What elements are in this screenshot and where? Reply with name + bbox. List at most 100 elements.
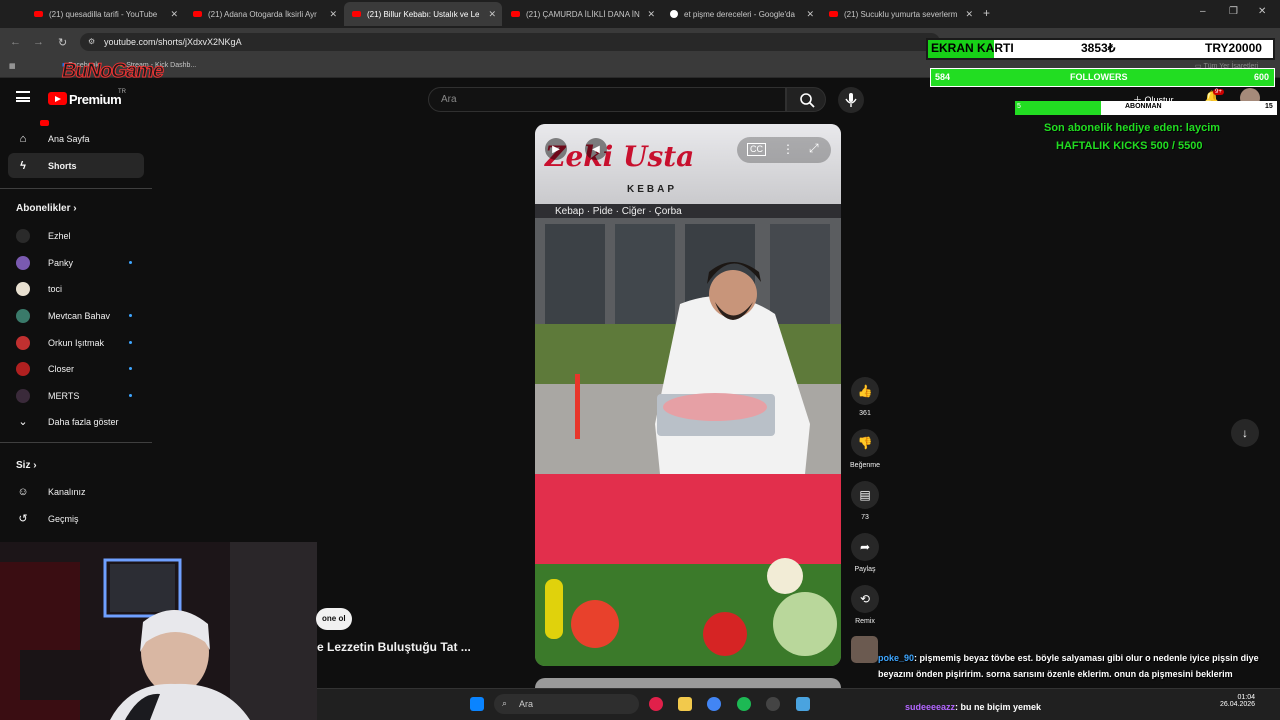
dislike-button[interactable]: 👎 [851, 429, 879, 457]
avatar [16, 388, 30, 403]
spotify-icon[interactable] [737, 697, 751, 711]
comment-icon: ▤ [859, 488, 871, 502]
sidebar-item-channel[interactable]: ☺ Kanalınız [8, 479, 144, 504]
close-tab-icon[interactable]: ✕ [488, 9, 496, 20]
like-button[interactable]: 👍 [851, 377, 879, 405]
apps-icon[interactable]: ▦ [9, 62, 16, 70]
sidebar-item-subscription[interactable]: MERTS [8, 383, 144, 408]
voice-search-button[interactable] [838, 87, 864, 113]
chat-username: sudeeeeazz [905, 702, 956, 712]
youtube-icon [829, 11, 838, 17]
sidebar-item-shorts[interactable]: ϟ Shorts [8, 153, 144, 178]
tab-title: (21) ÇAMURDA İLİKLİ DANA İN [526, 9, 640, 19]
more-options-icon[interactable]: ⋮ [782, 142, 794, 156]
sidebar-item-label: Panky [48, 257, 74, 268]
webcam-feed [0, 542, 317, 720]
chevron-right-icon: › [73, 203, 77, 214]
close-tab-icon[interactable]: ✕ [965, 9, 973, 20]
search-icon [800, 93, 815, 108]
history-icon: ↺ [18, 513, 28, 525]
avatar [16, 308, 30, 323]
subscriber-bar-fill [1015, 101, 1101, 115]
browser-tab[interactable]: (21) quesadilla tarifi - YouTube ✕ [26, 4, 184, 24]
volume-icon[interactable]: ◀ [585, 138, 607, 160]
channel-avatar[interactable] [851, 636, 878, 663]
browser-tab[interactable]: (21) Sucuklu yumurta severlerm ✕ [821, 4, 979, 24]
play-icon[interactable]: ▶ [545, 138, 567, 160]
back-icon[interactable]: ← [10, 36, 21, 48]
clock-time: 01:04 [1237, 694, 1256, 701]
sidebar-item-subscription[interactable]: toci [8, 276, 144, 301]
reload-icon[interactable]: ↻ [58, 36, 67, 49]
system-clock[interactable]: 01:04 26.04.2026 [1220, 694, 1255, 708]
obs-icon[interactable] [766, 697, 780, 711]
minimize-button[interactable]: – [1200, 6, 1206, 17]
new-content-dot [129, 341, 132, 344]
google-icon [670, 10, 678, 18]
sidebar-item-label: Ezhel [48, 230, 71, 241]
subscriptions-header[interactable]: Abonelikler › [16, 203, 77, 214]
close-tab-icon[interactable]: ✕ [329, 9, 337, 20]
close-tab-icon[interactable]: ✕ [647, 9, 655, 20]
close-window-button[interactable]: ✕ [1258, 6, 1266, 17]
maximize-button[interactable]: ❐ [1229, 6, 1238, 17]
file-explorer-icon[interactable] [678, 697, 692, 711]
youtube-premium-logo[interactable]: Premium [69, 92, 122, 107]
show-more-button[interactable]: ⌄ Daha fazla göster [8, 409, 144, 434]
player-controls: CC ⋮ ⤢ [737, 137, 831, 163]
short-video-player[interactable]: Zeki Usta KEBAP Kebap · Pide · Ciğer · Ç… [535, 124, 841, 666]
app-icon[interactable] [796, 697, 810, 711]
sidebar-item-subscription[interactable]: Ezhel [8, 223, 144, 248]
youtube-logo-icon[interactable] [48, 92, 67, 105]
comments-button[interactable]: ▤ [851, 481, 879, 509]
subscriber-label: ABONMAN [1125, 103, 1162, 110]
chat-message: poke_90: pişmemiş beyaz tövbe est. böyle… [878, 650, 1280, 682]
next-video-button[interactable]: ↓ [1231, 419, 1259, 447]
share-button[interactable]: ➦ [851, 533, 879, 561]
browser-tab[interactable]: (21) ÇAMURDA İLİKLİ DANA İN ✕ [503, 4, 661, 24]
sidebar-item-subscription[interactable]: Mevtcan Bahav [8, 303, 144, 328]
sidebar-item-home[interactable]: ⌂ Ana Sayfa [8, 126, 144, 151]
close-tab-icon[interactable]: ✕ [806, 9, 814, 20]
remix-label: Remix [855, 618, 875, 625]
browser-tab-active[interactable]: (21) Billur Kebabı: Ustalık ve Le ✕ [344, 2, 502, 26]
thumbs-down-icon: 👎 [857, 436, 873, 450]
new-content-dot [129, 314, 132, 317]
sidebar-item-history[interactable]: ↺ Geçmiş [8, 506, 144, 531]
region-code: TR [118, 89, 126, 95]
remix-button[interactable]: ⟲ [851, 585, 879, 613]
browser-tab[interactable]: (21) Adana Otogarda İksirli Ayr ✕ [185, 4, 343, 24]
weekly-kicks-text: HAFTALIK KICKS 500 / 5500 [1056, 140, 1203, 152]
captions-icon[interactable]: CC [747, 143, 766, 156]
search-input[interactable]: Ara [428, 87, 786, 112]
new-tab-button[interactable]: + [983, 6, 990, 20]
windows-start-icon[interactable] [470, 697, 484, 711]
subscribe-button[interactable]: one ol [316, 608, 352, 630]
chat-username: poke_90 [878, 653, 915, 663]
arrow-down-icon: ↓ [1242, 426, 1248, 440]
sidebar-item-subscription[interactable]: Orkun Işıtmak [8, 330, 144, 355]
media-player-icon[interactable] [649, 697, 663, 711]
sidebar-item-subscription[interactable]: Panky [8, 250, 144, 275]
site-info-icon[interactable]: ⚙ [88, 37, 95, 46]
subscriber-goal: 15 [1265, 103, 1273, 110]
sidebar-item-label: toci [48, 283, 63, 294]
close-tab-icon[interactable]: ✕ [170, 9, 178, 20]
youtube-icon [511, 11, 520, 17]
sidebar-item-subscription[interactable]: Closer [8, 356, 144, 381]
chrome-icon[interactable] [707, 697, 721, 711]
forward-icon[interactable]: → [33, 36, 44, 48]
menu-icon[interactable] [16, 91, 30, 102]
url-field[interactable]: youtube.com/shorts/jXdxvX2NKgA [80, 33, 940, 51]
browser-tab[interactable]: et pişme dereceleri - Google'da ✕ [662, 4, 820, 24]
browser-tab-strip: (21) quesadilla tarifi - YouTube ✕ (21) … [0, 0, 1280, 28]
chat-text: : pişmemiş beyaz tövbe est. böyle salyam… [878, 653, 1259, 679]
short-title[interactable]: e Lezzetin Buluştuğu Tat ... [317, 640, 471, 654]
taskbar-search[interactable]: Ara [494, 694, 639, 714]
avatar [16, 281, 30, 296]
tab-title: et pişme dereceleri - Google'da [684, 9, 795, 19]
chevron-down-icon: ⌄ [18, 416, 28, 428]
you-header[interactable]: Siz › [16, 460, 37, 471]
fullscreen-icon[interactable]: ⤢ [809, 141, 819, 156]
search-button[interactable] [786, 87, 826, 112]
